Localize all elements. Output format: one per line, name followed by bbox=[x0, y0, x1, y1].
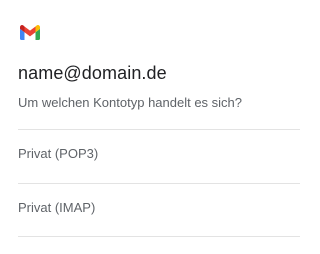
account-type-prompt: Um welchen Kontotyp handelt es sich? bbox=[18, 95, 243, 110]
account-email: name@domain.de bbox=[18, 63, 167, 83]
option-label: Privat (IMAP) bbox=[18, 200, 96, 215]
option-private-imap[interactable]: Privat (IMAP) bbox=[0, 184, 320, 236]
option-label: Privat (POP3) bbox=[18, 146, 99, 161]
divider bbox=[18, 236, 300, 237]
gmail-logo-icon bbox=[20, 25, 40, 40]
option-private-pop3[interactable]: Privat (POP3) bbox=[0, 130, 320, 182]
